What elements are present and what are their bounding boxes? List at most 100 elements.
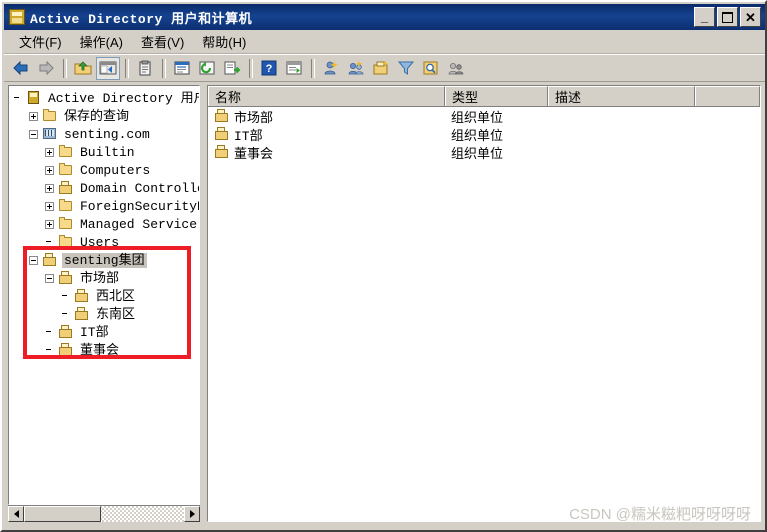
help-icon[interactable]: ? [257, 57, 281, 80]
column-header[interactable]: 类型 [445, 86, 548, 106]
minimize-button[interactable]: _ [694, 7, 715, 27]
scroll-left-arrow-icon[interactable] [8, 506, 24, 522]
tree-item-label: Active Directory 用户: [48, 90, 200, 106]
tree-horizontal-scrollbar[interactable] [8, 505, 200, 522]
show-hide-tree-icon[interactable] [96, 56, 120, 80]
minimize-icon: _ [700, 9, 709, 24]
tree-item[interactable]: 西北区 [9, 287, 199, 305]
tree-item[interactable]: IT部 [9, 323, 199, 341]
toolbar-separator [311, 58, 315, 78]
toolbar-separator [63, 58, 67, 78]
folder-icon [42, 109, 58, 123]
filter-icon[interactable] [394, 57, 418, 80]
ou-icon [58, 343, 74, 357]
export-list-icon[interactable] [220, 57, 244, 80]
tree-expander-plus-icon[interactable] [45, 183, 54, 193]
ou-icon [58, 325, 74, 339]
tree-item-label: Managed Service , [80, 216, 200, 232]
new-ou-icon[interactable] [369, 57, 393, 80]
back-arrow-icon[interactable] [9, 57, 33, 80]
tree-item[interactable]: Domain Controlle: [9, 179, 200, 197]
tree-expander-placeholder [45, 328, 54, 337]
folder-icon [58, 199, 74, 213]
tree-item[interactable]: Builtin [9, 143, 199, 161]
ou-icon [214, 145, 230, 159]
tree-item[interactable]: Active Directory 用户: [9, 89, 200, 107]
tree-item[interactable]: Computers [9, 161, 199, 179]
tree-item[interactable]: 保存的查询 [9, 107, 199, 125]
column-header-label: 名称 [215, 90, 242, 105]
column-header[interactable] [695, 86, 760, 106]
window-title: Active Directory 用户和计算机 [30, 11, 253, 27]
tree-item[interactable]: senting集团 [9, 251, 199, 269]
cell-name: 市场部 [208, 107, 445, 126]
cell-type: 组织单位 [451, 109, 504, 125]
tree-item[interactable]: Users [9, 233, 199, 251]
column-header[interactable]: 描述 [548, 86, 695, 106]
table-row[interactable]: 董事会 组织单位 [208, 143, 760, 162]
column-header-label: 描述 [555, 90, 582, 105]
close-button[interactable]: ✕ [740, 7, 761, 27]
tree-expander-plus-icon[interactable] [45, 219, 54, 229]
up-folder-icon[interactable] [71, 57, 95, 80]
tree-item-label: 西北区 [96, 288, 136, 304]
properties-window-icon[interactable] [170, 57, 194, 80]
tree-expander-placeholder [13, 94, 22, 103]
tree-item[interactable]: 东南区 [9, 305, 199, 323]
tree-item[interactable]: 董事会 [9, 341, 199, 359]
table-row[interactable]: IT部 组织单位 [208, 125, 760, 144]
tree-item-label: ForeignSecurityP: [80, 198, 200, 214]
tree-expander-minus-icon[interactable] [29, 255, 38, 265]
cell-name-label: IT部 [234, 128, 263, 144]
tree-item-label: Builtin [80, 144, 135, 160]
console-tree: Active Directory 用户: 保存的查询 senting.com Buil… [9, 89, 200, 359]
toolbar-separator [249, 58, 253, 78]
refresh-icon[interactable] [195, 57, 219, 80]
tree-item[interactable]: Managed Service , [9, 215, 200, 233]
tree-item[interactable]: ForeignSecurityP: [9, 197, 200, 215]
table-row[interactable]: 市场部 组织单位 [208, 107, 760, 126]
tree-item[interactable]: 市场部 [9, 269, 199, 287]
tree-expander-placeholder [45, 238, 54, 247]
delegate-control-icon[interactable] [444, 57, 468, 80]
ou-icon [58, 181, 74, 195]
close-icon: ✕ [745, 9, 756, 25]
tree-expander-plus-icon[interactable] [45, 201, 54, 211]
cell-name: IT部 [208, 125, 445, 144]
menu-action[interactable]: 操作(A) [71, 29, 132, 54]
scrollbar-thumb[interactable] [24, 506, 101, 522]
cell-type: 组织单位 [451, 127, 504, 143]
scrollbar-track[interactable] [24, 506, 184, 522]
menu-help[interactable]: 帮助(H) [193, 29, 255, 54]
list-column-headers: 名称 类型 描述 [208, 86, 760, 107]
console-icon [26, 91, 42, 105]
find-icon[interactable] [419, 57, 443, 80]
menu-file[interactable]: 文件(F) [10, 29, 71, 54]
new-user-icon[interactable] [319, 57, 343, 80]
tree-item-label: Domain Controlle: [80, 180, 200, 196]
menu-view[interactable]: 查看(V) [132, 29, 193, 54]
forward-arrow-icon[interactable] [34, 57, 58, 80]
tree-item[interactable]: senting.com [9, 125, 199, 143]
tree-expander-plus-icon[interactable] [45, 165, 54, 175]
console-tree-pane[interactable]: Active Directory 用户: 保存的查询 senting.com Buil… [8, 85, 200, 505]
list-rows: 市场部 组织单位 IT部 组织单位 董事会 组织单位 [208, 107, 760, 162]
column-header-label: 类型 [452, 90, 479, 105]
toolbar-separator [125, 58, 129, 78]
new-group-icon[interactable] [344, 57, 368, 80]
scroll-right-arrow-icon[interactable] [184, 506, 200, 522]
domain-icon [42, 127, 58, 141]
details-list-pane[interactable]: 名称 类型 描述 市场部 组织单位 IT部 组织单位 董事会 组织单位 [207, 85, 761, 522]
cell-name-label: 市场部 [234, 110, 274, 126]
maximize-button[interactable] [717, 7, 738, 27]
properties-clipboard-icon[interactable] [133, 57, 157, 80]
tree-item-label: senting集团 [62, 252, 147, 268]
tree-expander-plus-icon[interactable] [45, 147, 54, 157]
tree-expander-minus-icon[interactable] [29, 129, 38, 139]
tree-expander-minus-icon[interactable] [45, 273, 54, 283]
folder-icon [58, 145, 74, 159]
menu-bar: 文件(F) 操作(A) 查看(V) 帮助(H) [4, 30, 765, 54]
column-header[interactable]: 名称 [208, 86, 445, 106]
console-window-icon[interactable] [282, 57, 306, 80]
tree-expander-plus-icon[interactable] [29, 111, 38, 121]
